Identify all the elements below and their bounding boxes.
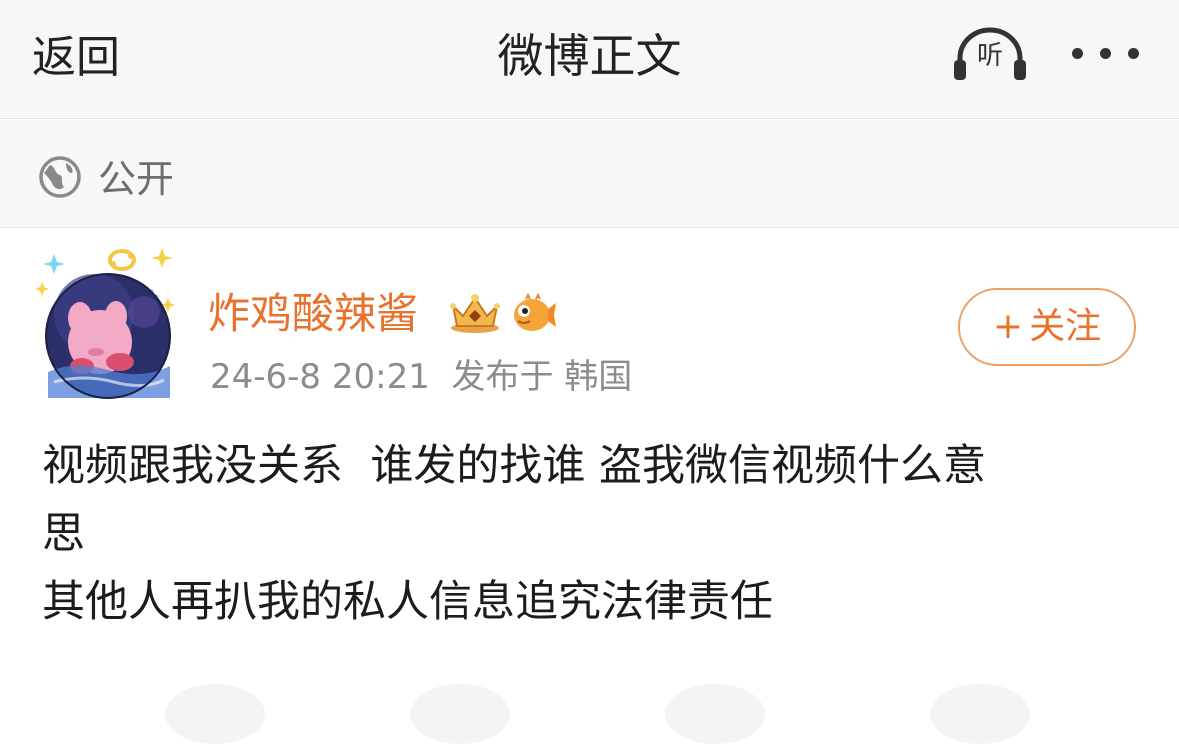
globe-icon xyxy=(39,156,81,198)
crown-badge-icon xyxy=(450,294,500,333)
post-content-line: 思 xyxy=(42,509,85,559)
visibility-label: 公开 xyxy=(98,157,175,201)
bottom-faded-shape xyxy=(930,684,1030,744)
visibility-row xyxy=(0,120,1179,228)
post-content-line: 其他人再扒我的私人信息追究法律责任 xyxy=(42,577,773,627)
pufferfish-badge-icon xyxy=(514,293,556,331)
bottom-faded-shape xyxy=(665,684,765,744)
bottom-faded-shape xyxy=(410,684,510,744)
top-nav-bar: 返回 微博正文 听 xyxy=(0,0,1179,119)
listen-label: 听 xyxy=(976,41,1003,71)
follow-label: 关注 xyxy=(1029,306,1102,347)
listen-button[interactable]: 听 xyxy=(950,24,1030,84)
more-dots-icon[interactable] xyxy=(1068,42,1142,66)
bottom-faded-shape xyxy=(165,684,265,744)
follow-button[interactable]: + 关注 xyxy=(958,288,1136,366)
plus-icon: + xyxy=(992,306,1024,347)
post-source: 发布于 韩国 xyxy=(451,357,633,397)
post-content: 视频跟我没关系 谁发的找谁 盗我微信视频什么意 思 其他人再扒我的私人信息追究法… xyxy=(42,432,1142,636)
post-timestamp: 24-6-8 20:21 xyxy=(210,357,430,397)
post-content-line: 视频跟我没关系 谁发的找谁 盗我微信视频什么意 xyxy=(42,441,987,491)
post-meta: 24-6-8 20:21 发布于 韩国 xyxy=(210,354,632,400)
avatar[interactable] xyxy=(34,242,184,402)
author-name[interactable]: 炸鸡酸辣酱 xyxy=(208,286,418,342)
